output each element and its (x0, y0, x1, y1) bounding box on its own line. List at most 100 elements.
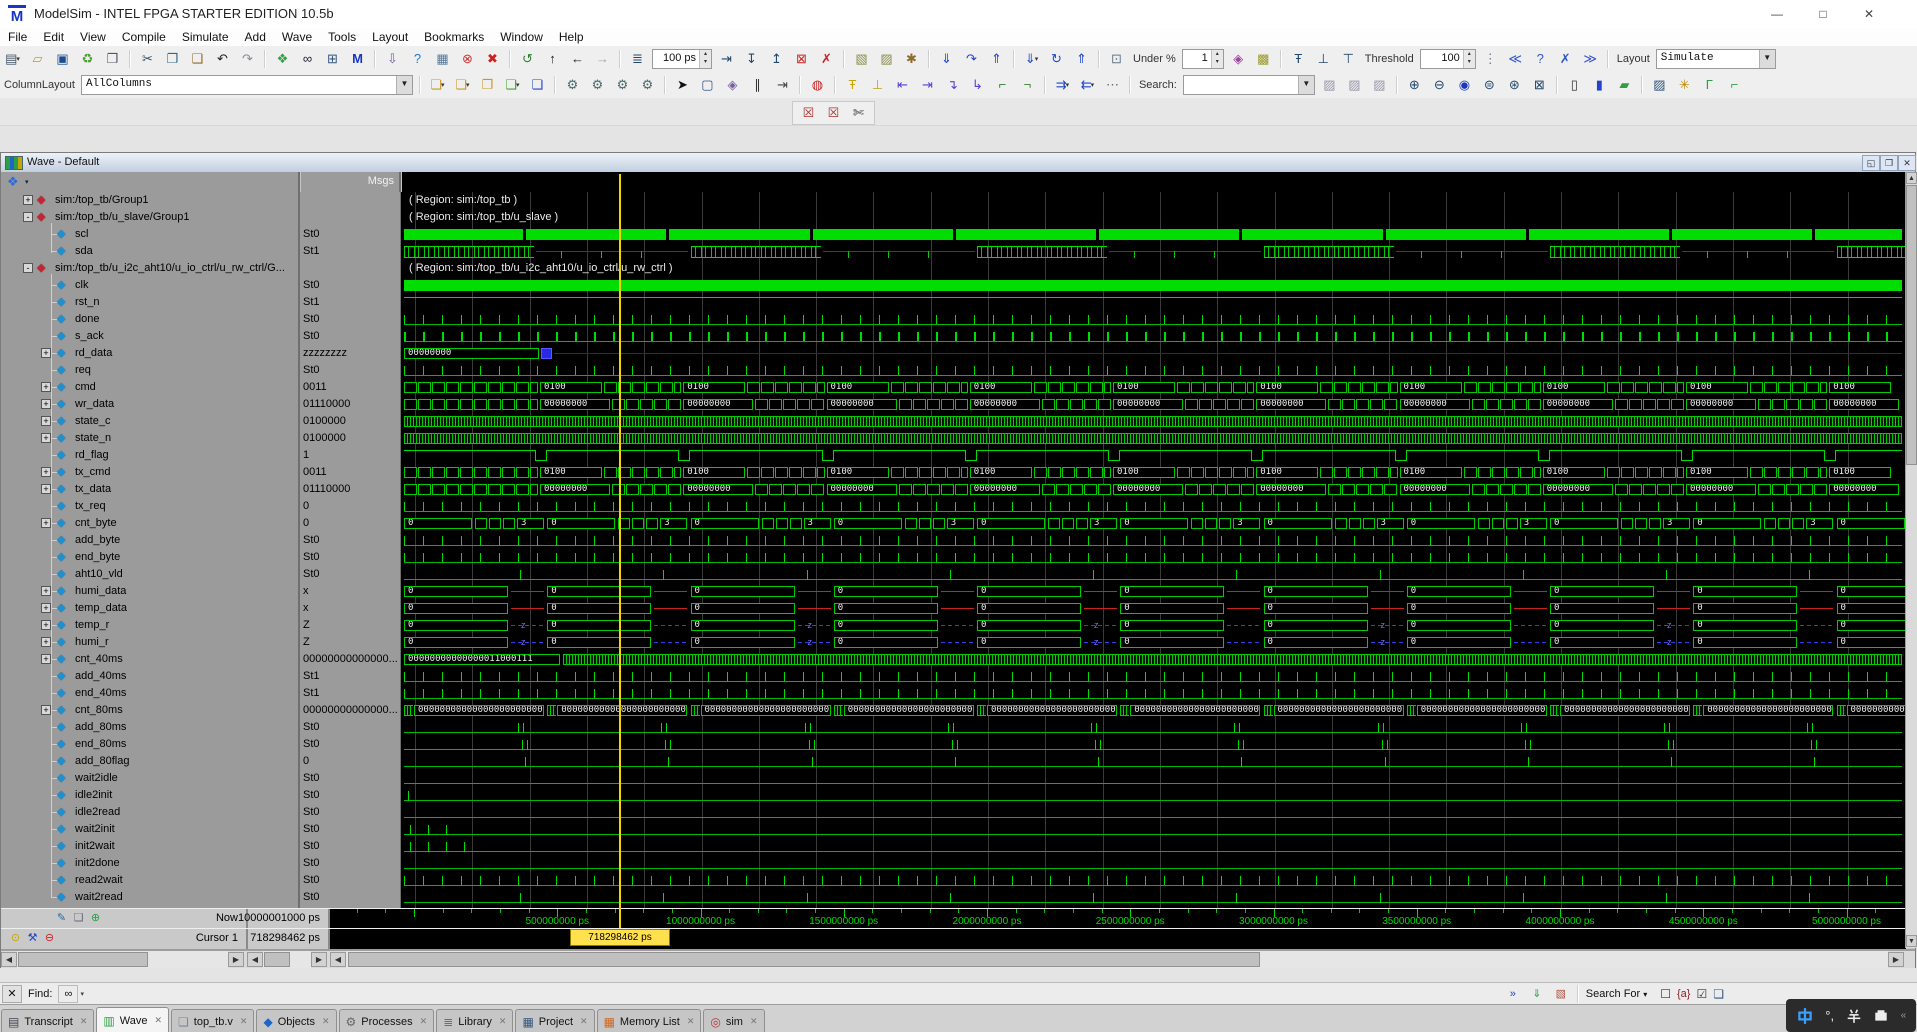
open-button[interactable]: ▱ (26, 48, 49, 70)
threshold-spinner[interactable]: 100▴▾ (1420, 49, 1476, 69)
maximize-button[interactable]: □ (1806, 4, 1840, 24)
signal-row-cnt_80ms[interactable]: +◆cnt_80ms (1, 702, 298, 719)
insert-cursor-button[interactable]: Ŧ (841, 74, 864, 96)
run-button[interactable]: ⇥ (715, 48, 738, 70)
menu-simulate[interactable]: Simulate (174, 28, 237, 46)
redo-button[interactable]: ↷ (236, 48, 259, 70)
signal-row-rd_data[interactable]: +◆rd_data (1, 345, 298, 362)
select-mode-button[interactable]: ➤ (671, 74, 694, 96)
menu-layout[interactable]: Layout (364, 28, 416, 46)
environment-up-button[interactable]: ↑ (541, 48, 564, 70)
threshold-down-icon[interactable]: ▾ (1464, 58, 1475, 66)
signal-row-cnt_byte[interactable]: +◆cnt_byte (1, 515, 298, 532)
wrap-checkbox[interactable]: ☑ (1696, 987, 1707, 1001)
signal-row-wait2read[interactable]: ◆wait2read (1, 889, 298, 906)
pages-icon[interactable]: ❏ (71, 911, 86, 926)
close-button[interactable]: ✕ (1852, 4, 1886, 24)
tab-top-tb-v[interactable]: ❏top_tb.v✕ (171, 1009, 254, 1032)
cut-group-button[interactable]: ❏▾ (451, 74, 474, 96)
gear-d-button[interactable]: ⚙ (636, 74, 659, 96)
binoculars-icon[interactable]: ∞ (58, 985, 78, 1003)
run-options-button[interactable]: ≣ (626, 48, 649, 70)
contract-all-button[interactable]: ≪ (1504, 48, 1527, 70)
close-tab-icon[interactable]: ✕ (420, 1016, 428, 1027)
signal-row-init2wait[interactable]: ◆init2wait (1, 838, 298, 855)
run-all-button[interactable]: ⇑ (985, 48, 1008, 70)
signal-row-done[interactable]: ◆done (1, 311, 298, 328)
lock-icon[interactable]: ⊙ (8, 931, 23, 946)
break-button[interactable]: ✗ (815, 48, 838, 70)
scroll-up-icon[interactable]: ▲ (1906, 172, 1917, 184)
menu-add[interactable]: Add (237, 28, 274, 46)
signal-row-end_40ms[interactable]: ◆end_40ms (1, 685, 298, 702)
back-button[interactable]: ← (566, 48, 589, 70)
search-opt-a-button[interactable]: ▨ (1318, 74, 1341, 96)
close-tab-icon[interactable]: ✕ (240, 1016, 248, 1027)
profile-a-button[interactable]: ▧ (850, 48, 873, 70)
edit-mode-icon[interactable]: ✎ (54, 911, 69, 926)
find-down-icon[interactable]: ⇓ (1527, 985, 1547, 1003)
expand-icon[interactable]: + (41, 637, 51, 647)
menu-tools[interactable]: Tools (320, 28, 364, 46)
gear-b-button[interactable]: ⚙ (586, 74, 609, 96)
stop-light-button[interactable]: ◍ (806, 74, 829, 96)
next-transition-button[interactable]: ⇥ (916, 74, 939, 96)
continue-run-button[interactable]: ↷ (960, 48, 983, 70)
zoom-full-button[interactable]: ◉ (1453, 74, 1476, 96)
signal-row-rst_n[interactable]: ◆rst_n (1, 294, 298, 311)
tree-scroll-left-icon[interactable]: ◀ (1, 952, 17, 967)
group-dropdown-icon[interactable]: ❖ (7, 174, 19, 190)
clear-button[interactable]: ✗ (1554, 48, 1577, 70)
group-row[interactable]: +◆sim:/top_tb/Group1 (1, 192, 298, 209)
signal-row-s_ack[interactable]: ◆s_ack (1, 328, 298, 345)
signal-row-add_80ms[interactable]: ◆add_80ms (1, 719, 298, 736)
tab-objects[interactable]: ◆Objects✕ (256, 1009, 336, 1032)
falling-edge-button[interactable]: ↴ (941, 74, 964, 96)
zoom-out-button[interactable]: ⊖ (1428, 74, 1451, 96)
waveform-canvas[interactable]: ( Region: sim:/top_tb )( Region: sim:/to… (401, 192, 1905, 908)
wave-restore-button[interactable]: ❐ (1880, 155, 1898, 171)
ime-punctuation[interactable]: °, (1825, 1008, 1834, 1023)
signal-row-init2done[interactable]: ◆init2done (1, 855, 298, 872)
close-tab-icon[interactable]: ✕ (154, 1015, 162, 1026)
wave-dock-button[interactable]: ◱ (1862, 155, 1880, 171)
zoom-in-button[interactable]: ⊕ (1403, 74, 1426, 96)
timeline-scale[interactable]: 500000000 ps1000000000 ps1500000000 ps20… (330, 909, 1906, 929)
signal-row-wr_data[interactable]: +◆wr_data (1, 396, 298, 413)
prev-edge-button[interactable]: ⌐ (991, 74, 1014, 96)
wave-cut-button[interactable]: ☒ (797, 102, 820, 124)
close-tab-icon[interactable]: ✕ (687, 1016, 695, 1027)
undo-button[interactable]: ↶ (211, 48, 234, 70)
expand-hierarchy-button[interactable]: ⊞ (321, 48, 344, 70)
signal-row-humi_data[interactable]: +◆humi_data (1, 583, 298, 600)
scroll-down-icon[interactable]: ▼ (1906, 935, 1917, 947)
tab-memory-list[interactable]: ▦Memory List✕ (597, 1009, 702, 1032)
end-simulation-button[interactable]: ✖ (481, 48, 504, 70)
tab-transcript[interactable]: ▤Transcript✕ (1, 1009, 94, 1032)
view-green-button[interactable]: ▰ (1613, 74, 1636, 96)
minimize-button[interactable]: — (1760, 4, 1794, 24)
wave-scrollbar-thumb[interactable] (348, 952, 1260, 967)
signal-row-add_80flag[interactable]: ◆add_80flag (1, 753, 298, 770)
close-tab-icon[interactable]: ✕ (750, 1016, 758, 1027)
reload-button[interactable]: ♻ (76, 48, 99, 70)
collapse-icon[interactable]: - (23, 263, 33, 273)
layout-combobox[interactable]: Simulate▼ (1656, 49, 1776, 69)
tree-scroll-right-icon[interactable]: ▶ (228, 952, 244, 967)
expand-icon[interactable]: + (41, 484, 51, 494)
tree-scrollbar-thumb[interactable] (18, 952, 148, 967)
coverage-button[interactable]: ⊡ (1105, 48, 1128, 70)
step-over-blue-button[interactable]: ↻ (1045, 48, 1068, 70)
find-dropdown-icon[interactable]: ▾ (80, 990, 84, 998)
paste-button[interactable]: ❑ (186, 48, 209, 70)
tab-sim[interactable]: ◎sim✕ (703, 1009, 764, 1032)
under-pct-down-icon[interactable]: ▾ (1212, 58, 1223, 66)
prev-transition-button[interactable]: ⇤ (891, 74, 914, 96)
step-into-button[interactable]: ⇓▾ (1020, 48, 1043, 70)
paste-group-button[interactable]: ❏▾ (501, 74, 524, 96)
pan-hand-button[interactable]: ✱ (900, 48, 923, 70)
search-opt-b-button[interactable]: ▨ (1343, 74, 1366, 96)
more-dots-button[interactable]: ⋮ (1479, 48, 1502, 70)
rising-edge-button[interactable]: ↳ (966, 74, 989, 96)
new-file-button[interactable]: ▤▾ (1, 48, 24, 70)
